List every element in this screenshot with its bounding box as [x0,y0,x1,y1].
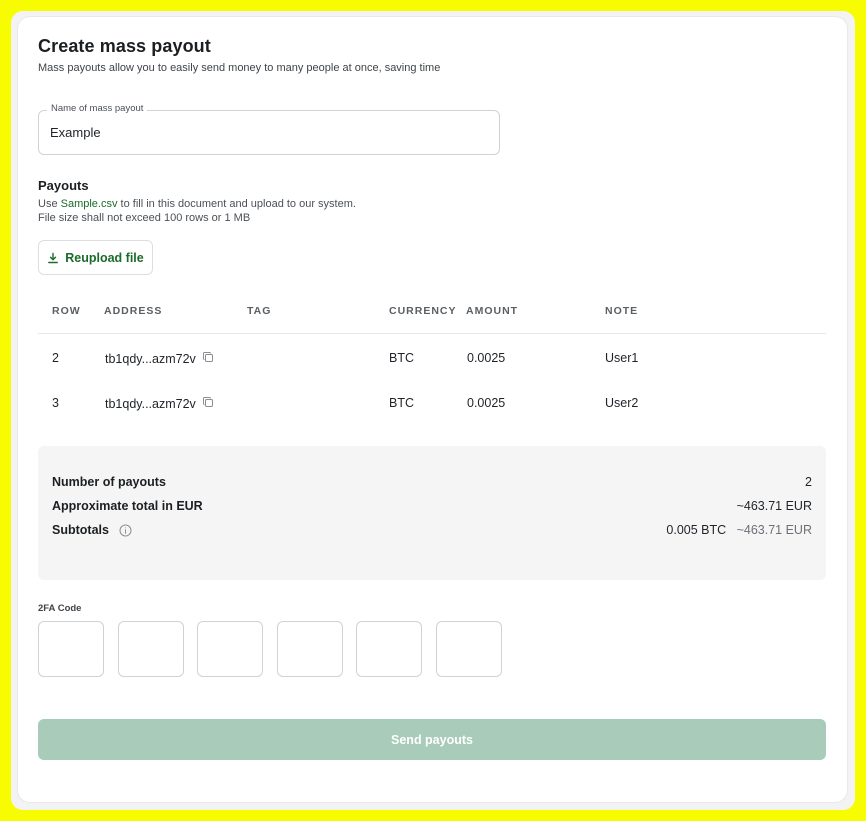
table-divider [38,333,826,334]
page-title: Create mass payout [38,36,211,56]
twofa-digit-input-1[interactable] [38,621,104,677]
info-icon[interactable] [119,524,132,542]
subtotals-label: Subtotals [52,523,109,537]
column-header-currency: CURRENCY [389,305,457,317]
approx-total-label: Approximate total in EUR [52,499,203,513]
table-row: 2 tb1qdy...azm72v BTC 0.0025 User1 [0,351,866,371]
twofa-digit-input-3[interactable] [197,621,263,677]
column-header-amount: AMOUNT [466,305,519,317]
row-number: 2 [52,351,59,365]
hint-prefix: Use [38,198,61,210]
currency-cell: BTC [389,351,414,365]
payout-name-field[interactable]: Name of mass payout [38,103,500,155]
twofa-label: 2FA Code [38,603,82,614]
reupload-label: Reupload file [65,250,144,265]
payouts-section-title: Payouts [38,178,89,193]
hint-suffix: to fill in this document and upload to o… [117,198,356,210]
subtotal-crypto: 0.005 BTC [666,523,727,537]
amount-cell: 0.0025 [467,351,506,365]
note-cell: User2 [605,396,639,410]
payout-name-input[interactable] [50,111,480,154]
subtotals-value: 0.005 BTC ~463.71 EUR [666,523,812,537]
file-size-hint: File size shall not exceed 100 rows or 1… [38,212,251,224]
copy-icon[interactable] [202,396,214,411]
copy-icon[interactable] [202,351,214,366]
address-value: tb1qdy...azm72v [105,396,196,411]
payout-count-value: 2 [805,475,812,489]
twofa-digit-input-2[interactable] [118,621,184,677]
column-header-tag: TAG [247,305,272,317]
reupload-file-button[interactable]: Reupload file [38,240,153,275]
twofa-digit-input-4[interactable] [277,621,343,677]
twofa-digit-input-5[interactable] [356,621,422,677]
download-icon [47,252,59,264]
note-cell: User1 [605,351,639,365]
payout-count-label: Number of payouts [52,475,166,489]
send-payouts-button[interactable]: Send payouts [38,719,826,760]
address-value: tb1qdy...azm72v [105,351,196,366]
address-cell: tb1qdy...azm72v [105,351,214,366]
amount-cell: 0.0025 [467,396,506,410]
payout-summary: Number of payouts 2 Approximate total in… [38,446,826,580]
table-row: 3 tb1qdy...azm72v BTC 0.0025 User2 [0,396,866,416]
approx-total-value: ~463.71 EUR [736,499,812,513]
subtotal-fiat: ~463.71 EUR [736,523,812,537]
column-header-address: ADDRESS [104,305,163,317]
page-subtitle: Mass payouts allow you to easily send mo… [38,62,441,74]
column-header-note: NOTE [605,305,639,317]
sample-csv-link[interactable]: Sample.csv [61,198,118,210]
currency-cell: BTC [389,396,414,410]
column-header-row: ROW [52,305,81,317]
address-cell: tb1qdy...azm72v [105,396,214,411]
row-number: 3 [52,396,59,410]
twofa-digit-input-6[interactable] [436,621,502,677]
payouts-hint: Use Sample.csv to fill in this document … [38,198,356,210]
